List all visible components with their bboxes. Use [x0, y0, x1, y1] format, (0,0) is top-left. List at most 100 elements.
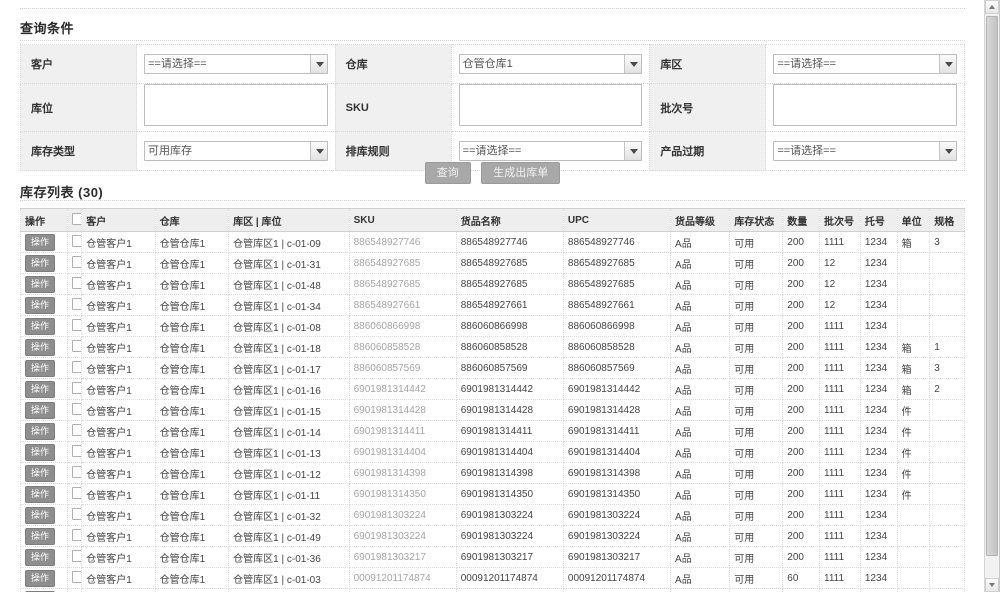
row-checkbox[interactable]	[71, 235, 81, 247]
warehouse-select[interactable]: 仓管仓库1	[458, 54, 643, 74]
row-checkbox[interactable]	[71, 298, 81, 310]
row-action-button[interactable]: 操作	[25, 254, 56, 272]
expiry-select[interactable]: ==请选择==	[773, 141, 957, 161]
cell-row-select[interactable]	[66, 504, 83, 526]
table-row[interactable]: 操作 仓管客户1 仓管仓库1 仓管库区1 | c-01-15 6901981314428…	[20, 399, 965, 421]
table-row[interactable]: 操作 仓管客户1 仓管仓库1 仓管库区1 | c-01-17 886060857569 8…	[20, 357, 965, 379]
row-checkbox[interactable]	[71, 361, 81, 373]
table-row[interactable]: 操作 仓管客户1 仓管仓库1 仓管库区1 | c-01-34 886548927661 8…	[20, 294, 965, 316]
row-action-button[interactable]: 操作	[25, 296, 56, 314]
cell-row-select[interactable]	[66, 378, 83, 400]
row-checkbox[interactable]	[71, 277, 81, 289]
row-checkbox[interactable]	[71, 445, 81, 457]
scrollbar-thumb[interactable]	[986, 16, 998, 556]
row-checkbox[interactable]	[71, 424, 81, 436]
cell-row-select[interactable]	[66, 567, 83, 589]
scroll-down-button[interactable]	[985, 578, 999, 592]
batch-input[interactable]	[773, 84, 957, 126]
sku-input[interactable]	[458, 84, 643, 126]
cell-row-select[interactable]	[66, 399, 83, 421]
table-row[interactable]: 操作 仓管客户1 仓管仓库1 仓管库区1 | c-01-48 886548927685 8…	[20, 273, 965, 295]
zone-select[interactable]: ==请选择==	[773, 54, 957, 74]
batch-field-cell	[765, 83, 965, 132]
row-action-button[interactable]: 操作	[25, 443, 56, 461]
cell-row-select[interactable]	[66, 252, 83, 274]
cell-row-select[interactable]	[66, 231, 83, 253]
table-row[interactable]: 操作 仓管客户1 仓管仓库1 仓管库区1 | c-01-14 6901981314411…	[20, 420, 965, 442]
cell-row-select[interactable]	[66, 525, 83, 547]
select-all-checkbox[interactable]	[71, 213, 81, 225]
row-checkbox[interactable]	[71, 403, 81, 415]
row-action-button[interactable]: 操作	[25, 275, 56, 293]
cell-row-select[interactable]	[66, 336, 83, 358]
row-action-button[interactable]: 操作	[25, 485, 56, 503]
page-scrollbar[interactable]	[984, 0, 999, 592]
cell-spec	[929, 483, 965, 505]
row-checkbox[interactable]	[71, 529, 81, 541]
stock-type-select[interactable]: 可用库存	[144, 141, 328, 161]
row-action-button[interactable]: 操作	[25, 506, 56, 524]
table-row[interactable]: 操作 仓管客户1 仓管仓库1 仓管库区1 | c-01-18 886060858528 8…	[20, 336, 965, 358]
col-select-all[interactable]	[66, 208, 83, 232]
table-row[interactable]: 操作 仓管客户1 仓管仓库1 仓管库区1 | c-01-08 886060866998 8…	[20, 315, 965, 337]
row-action-button[interactable]: 操作	[25, 233, 56, 251]
row-action-button[interactable]: 操作	[25, 338, 56, 356]
cell-spec	[929, 399, 965, 421]
row-checkbox[interactable]	[71, 487, 81, 499]
cell-row-select[interactable]	[66, 273, 83, 295]
table-row[interactable]: 操作 仓管客户1 仓管仓库1 仓管库区1 | c-01-16 6901981314442…	[20, 378, 965, 400]
table-row[interactable]: 操作 仓管客户1 仓管仓库1 仓管库区1 | c-01-36 6901981303217…	[20, 546, 965, 568]
cell-goods-name: 6901981314411	[455, 420, 564, 442]
table-row[interactable]: 操作 仓管客户1 仓管仓库1 仓管库区1 | c-01-13 6901981314404…	[20, 441, 965, 463]
customer-select[interactable]: ==请选择==	[144, 54, 328, 74]
table-row[interactable]: 操作仓管客户1仓管仓库1仓管库区1 | c-01-090009120117487…	[20, 588, 965, 592]
row-action-button[interactable]: 操作	[25, 317, 56, 335]
cell-stock-status: 可用	[729, 357, 784, 379]
table-row[interactable]: 操作 仓管客户1 仓管仓库1 仓管库区1 | c-01-31 886548927685 8…	[20, 252, 965, 274]
cell-warehouse: 仓管仓库1	[154, 462, 230, 484]
cell-row-select[interactable]	[66, 420, 83, 442]
cell-row-select[interactable]	[66, 546, 83, 568]
location-input[interactable]	[144, 84, 328, 126]
row-action-button[interactable]: 操作	[25, 464, 56, 482]
create-outbound-button[interactable]: 生成出库单	[481, 162, 561, 184]
row-checkbox[interactable]	[71, 256, 81, 268]
cell-row-select[interactable]	[66, 294, 83, 316]
row-checkbox[interactable]	[71, 319, 81, 331]
table-row[interactable]: 操作 仓管客户1 仓管仓库1 仓管库区1 | c-01-03 0009120117487…	[20, 567, 965, 589]
row-action-button[interactable]: 操作	[25, 527, 56, 545]
row-checkbox[interactable]	[71, 550, 81, 562]
table-row[interactable]: 操作 仓管客户1 仓管仓库1 仓管库区1 | c-01-11 6901981314350…	[20, 483, 965, 505]
cell-row-select[interactable]	[66, 588, 83, 592]
cell-goods-name: 886548927685	[455, 252, 564, 274]
sort-rule-select[interactable]: ==请选择==	[458, 141, 643, 161]
row-checkbox[interactable]	[71, 466, 81, 478]
row-action-button[interactable]: 操作	[25, 359, 56, 377]
cell-pallet-no: 1234	[859, 504, 898, 526]
scroll-up-button[interactable]	[985, 0, 999, 14]
cell-sku: 00091201174874	[348, 567, 457, 589]
cell-row-select[interactable]	[66, 357, 83, 379]
row-action-button[interactable]: 操作	[25, 569, 56, 587]
cell-row-select[interactable]	[66, 441, 83, 463]
search-button[interactable]: 查询	[424, 162, 471, 184]
table-row[interactable]: 操作 仓管客户1 仓管仓库1 仓管库区1 | c-01-49 6901981303224…	[20, 525, 965, 547]
row-action-button[interactable]: 操作	[25, 380, 56, 398]
row-checkbox[interactable]	[71, 382, 81, 394]
table-row[interactable]: 操作 仓管客户1 仓管仓库1 仓管库区1 | c-01-12 6901981314398…	[20, 462, 965, 484]
cell-row-select[interactable]	[66, 462, 83, 484]
cell-quantity: 200	[782, 315, 821, 337]
cell-row-select[interactable]	[66, 483, 83, 505]
row-action-button[interactable]: 操作	[25, 548, 56, 566]
cell-zone-location: 仓管库区1 | c-01-11	[228, 483, 350, 505]
cell-row-select[interactable]	[66, 315, 83, 337]
row-action-button[interactable]: 操作	[25, 401, 56, 419]
row-checkbox[interactable]	[71, 508, 81, 520]
cell-unit: 箱	[896, 336, 931, 358]
table-row[interactable]: 操作 仓管客户1 仓管仓库1 仓管库区1 | c-01-09 886548927746 8…	[20, 231, 965, 253]
row-checkbox[interactable]	[71, 340, 81, 352]
row-checkbox[interactable]	[71, 571, 81, 583]
row-action-button[interactable]: 操作	[25, 422, 56, 440]
table-row[interactable]: 操作 仓管客户1 仓管仓库1 仓管库区1 | c-01-32 6901981303224…	[20, 504, 965, 526]
cell-sku: 6901981303224	[348, 504, 457, 526]
